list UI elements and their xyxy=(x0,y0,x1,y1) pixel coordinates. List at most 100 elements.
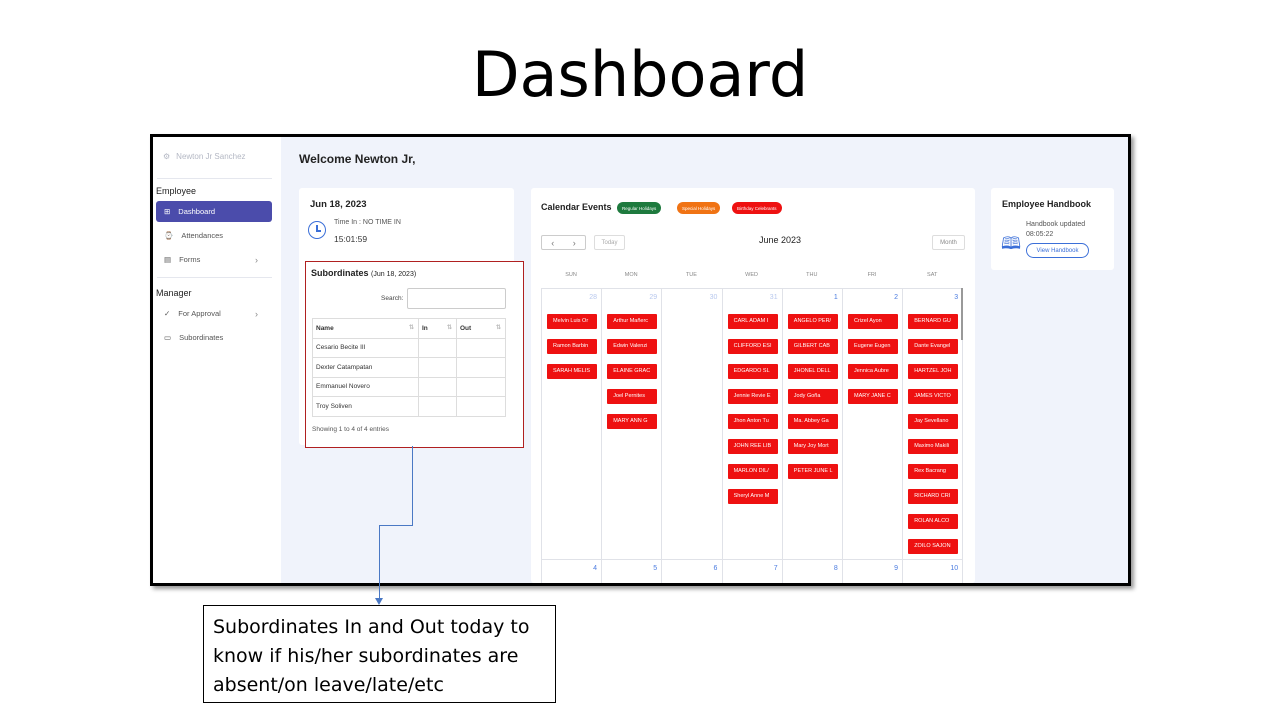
calendar-event[interactable]: Jennica Aubre xyxy=(848,364,898,379)
divider xyxy=(157,277,272,278)
calendar-event[interactable]: Rex Bacrang xyxy=(908,464,959,479)
calendar-event[interactable]: ANGELO PER/ xyxy=(787,314,838,329)
column-header-in[interactable]: In ⇅ xyxy=(418,318,457,339)
table-row: Emmanuel Novero xyxy=(312,376,506,397)
day-of-week-label: WED xyxy=(745,272,759,278)
chevron-left-icon[interactable]: ‹ xyxy=(551,238,554,248)
cell-out xyxy=(456,376,506,397)
day-number[interactable]: 4 xyxy=(541,565,597,572)
sidebar-item-subordinates[interactable]: ▭ Subordinates xyxy=(156,327,272,348)
calendar-event[interactable]: Crizel Ayon xyxy=(848,314,898,329)
calendar-event[interactable]: Melvin Luis Or xyxy=(547,314,597,329)
connector-line xyxy=(412,446,413,525)
sort-icon: ⇅ xyxy=(408,325,414,331)
calendar-event[interactable]: Jody Goña xyxy=(787,389,838,404)
calendar-event[interactable]: Jay Sevellano xyxy=(908,414,959,429)
calendar-card: Calendar Events Regular Holidays Special… xyxy=(531,188,975,583)
legend-special-holidays: Special Holidays xyxy=(677,202,721,214)
calendar-event[interactable]: Jhon Anton Tu xyxy=(727,414,778,429)
calendar-event[interactable]: CLIFFORD ESI xyxy=(727,339,778,354)
grid-line xyxy=(902,288,904,583)
subordinates-table: Name ⇅ In ⇅ Out ⇅ Cesario Becite III Dexter… xyxy=(312,318,506,417)
calendar-event[interactable]: Joel Pernites xyxy=(607,389,658,404)
calendar-event[interactable]: MARLON DIL/ xyxy=(727,464,778,479)
day-number[interactable]: 1 xyxy=(782,294,838,301)
day-number[interactable]: 29 xyxy=(601,294,657,301)
calendar-event[interactable]: MARY ANN G xyxy=(607,414,658,429)
subordinates-title: Subordinates (Jun 18, 2023) xyxy=(311,268,416,278)
calendar-event[interactable]: Dante Evangel xyxy=(908,339,959,354)
calendar-event[interactable]: EDGARDO SL xyxy=(727,364,778,379)
search-input[interactable] xyxy=(407,288,506,309)
calendar-event[interactable]: CARL ADAM I xyxy=(727,314,778,329)
cell-in xyxy=(418,337,457,358)
cell-in xyxy=(418,357,457,378)
calendar-event[interactable]: SARAH MELIS xyxy=(547,364,597,379)
calendar-event[interactable]: ELAINE GRAC xyxy=(607,364,658,379)
cell-name: Emmanuel Novero xyxy=(312,376,419,397)
table-row: Troy Soliven xyxy=(312,396,506,417)
day-number[interactable]: 28 xyxy=(541,294,597,301)
day-number[interactable]: 10 xyxy=(902,565,958,572)
sidebar-item-dashboard[interactable]: ⊞ Dashboard xyxy=(156,201,272,222)
current-time: 15:01:59 xyxy=(334,234,368,244)
calendar-event[interactable]: JOHN REE LIB xyxy=(727,439,778,454)
calendar-event[interactable]: Maximo Makili xyxy=(908,439,959,454)
calendar-event[interactable]: Mary Joy Mort xyxy=(787,439,838,454)
today-button[interactable]: Today xyxy=(594,235,625,250)
calendar-event[interactable]: JAMES VICTO xyxy=(908,389,959,404)
calendar-event[interactable]: HARTZEL JOH xyxy=(908,364,959,379)
day-number[interactable]: 2 xyxy=(842,294,898,301)
calendar-event[interactable]: Ma. Abbey Ga xyxy=(787,414,838,429)
view-handbook-button[interactable]: View Handbook xyxy=(1026,243,1089,258)
book-icon: 🕮 xyxy=(1001,234,1022,253)
day-number[interactable]: 7 xyxy=(722,565,778,572)
calendar-event[interactable]: GILBERT CAB xyxy=(787,339,838,354)
connector-line xyxy=(379,525,380,599)
cell-out xyxy=(456,357,506,378)
sidebar-item-for-approval[interactable]: ✓ For Approval › xyxy=(156,303,272,324)
calendar-event[interactable]: BERNARD GU xyxy=(908,314,959,329)
day-number[interactable]: 9 xyxy=(842,565,898,572)
chevron-right-icon: › xyxy=(255,254,258,265)
sidebar-item-label: Subordinates xyxy=(179,333,224,342)
calendar-event[interactable]: Arthur Mañerc xyxy=(607,314,658,329)
month-view-button[interactable]: Month xyxy=(932,235,965,250)
calendar-event[interactable]: JHONEL DELL xyxy=(787,364,838,379)
calendar-title: Calendar Events xyxy=(541,202,612,212)
calendar-event[interactable]: PETER JUNE L xyxy=(787,464,838,479)
grid-line xyxy=(541,288,962,289)
calendar-event[interactable]: MARY JANE C xyxy=(848,389,898,404)
calendar-event[interactable]: Eugene Eugen xyxy=(848,339,898,354)
chevron-right-icon[interactable]: › xyxy=(573,238,576,248)
user-profile[interactable]: ⚙ Newton Jr Sanchez xyxy=(163,152,246,161)
day-number[interactable]: 30 xyxy=(661,294,718,301)
calendar-scrollbar[interactable] xyxy=(961,288,963,340)
calendar-event[interactable]: Ramon Barbin xyxy=(547,339,597,354)
calendar-event[interactable]: Edwin Valenzi xyxy=(607,339,658,354)
day-number[interactable]: 8 xyxy=(782,565,838,572)
calendar-event[interactable]: RICHARD CRI xyxy=(908,489,959,504)
calendar-event[interactable]: ROLAN ALCO xyxy=(908,514,959,529)
day-number[interactable]: 5 xyxy=(601,565,657,572)
arrowhead xyxy=(375,598,383,605)
legend-birthday-celebrants: Birthday Celebrants xyxy=(732,202,782,214)
column-header-out[interactable]: Out ⇅ xyxy=(456,318,506,339)
column-header-name[interactable]: Name ⇅ xyxy=(312,318,419,339)
calendar-event[interactable]: Jennie Revie E xyxy=(727,389,778,404)
day-number[interactable]: 3 xyxy=(902,294,958,301)
sort-icon: ⇅ xyxy=(446,325,452,331)
day-number[interactable]: 6 xyxy=(661,565,717,572)
calendar-event[interactable]: Sheryl Anne M xyxy=(727,489,778,504)
form-icon: ▤ xyxy=(164,255,172,264)
calendar-event[interactable]: ZOILO SAJON xyxy=(908,539,959,554)
subordinates-panel: Subordinates (Jun 18, 2023) Search: Name… xyxy=(305,261,524,448)
day-of-week-label: FRI xyxy=(867,272,877,278)
sort-icon: ⇅ xyxy=(495,325,501,331)
sidebar-item-forms[interactable]: ▤ Forms › xyxy=(156,249,272,270)
table-row: Dexter Catampatan xyxy=(312,357,506,378)
handbook-card: Employee Handbook 🕮 Handbook updated 08:… xyxy=(991,188,1114,270)
sidebar-item-attendances[interactable]: ⌚ Attendances xyxy=(156,225,272,246)
day-number[interactable]: 31 xyxy=(722,294,778,301)
cell-out xyxy=(456,396,506,417)
